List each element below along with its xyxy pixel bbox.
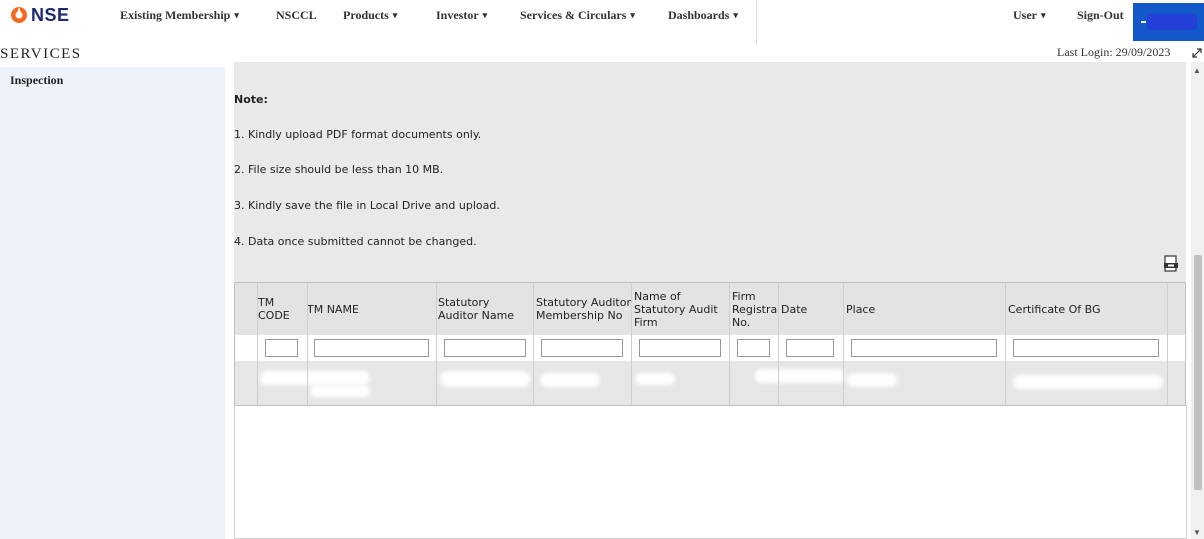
column-divider [729, 283, 730, 405]
nav-nsccl[interactable]: NSCCL [276, 8, 317, 23]
nse-logo[interactable]: NSE [10, 3, 70, 27]
chevron-down-icon: ▾ [630, 10, 635, 20]
table-row[interactable] [235, 363, 1185, 405]
chevron-down-icon: ▾ [482, 10, 488, 20]
section-title: SERVICES [0, 46, 82, 62]
nav-label: NSCCL [276, 8, 317, 22]
redacted-cell [755, 369, 845, 383]
column-divider [843, 283, 844, 405]
scroll-up-arrow-icon[interactable]: ▲ [1193, 66, 1201, 75]
nav-label: Services & Circulars [520, 8, 627, 22]
nav-sign-out[interactable]: Sign-Out [1077, 8, 1124, 23]
note-line-2: 2. File size should be less than 10 MB. [234, 163, 444, 176]
sidebar: Inspection [0, 67, 225, 539]
col-header-tm-code[interactable]: TM CODE [255, 283, 303, 335]
column-divider [1167, 283, 1168, 405]
nav-label: Dashboards [668, 8, 730, 22]
resize-icon[interactable] [1191, 47, 1203, 59]
column-divider [257, 283, 258, 405]
note-line-4: 4. Data once submitted cannot be changed… [234, 235, 477, 248]
col-header-audit-firm[interactable]: Name of Statutory Audit Firm [631, 283, 729, 335]
filter-place[interactable] [851, 339, 997, 357]
nav-dashboards[interactable]: Dashboards ▾ [668, 8, 738, 23]
redacted-cell [260, 371, 370, 385]
chevron-down-icon: ▾ [733, 10, 738, 20]
redacted-cell [635, 373, 675, 385]
filter-audit-firm[interactable] [639, 339, 721, 357]
nav-investor[interactable]: Investor ▾ [436, 8, 487, 23]
column-divider [1005, 283, 1006, 405]
column-divider [307, 283, 308, 405]
chevron-down-icon: ▾ [1041, 10, 1046, 20]
column-divider [533, 283, 534, 405]
redacted-cell [440, 371, 530, 387]
top-nav-bar: NSE Existing Membership ▾ NSCCL Products… [0, 0, 1204, 44]
filter-auditor-membership[interactable] [541, 339, 623, 357]
grid-empty-area [234, 405, 1187, 539]
col-header-place[interactable]: Place [843, 283, 1003, 335]
note-line-3: 3. Kindly save the file in Local Drive a… [234, 199, 500, 212]
decorative-dash [1141, 21, 1146, 23]
scroll-down-arrow-icon[interactable]: ▼ [1193, 528, 1201, 537]
chevron-down-icon: ▾ [392, 10, 398, 20]
filter-tm-name[interactable] [314, 339, 429, 357]
col-header-firm-registration[interactable]: Firm Registrati No. [729, 283, 777, 335]
logo-text: NSE [31, 4, 70, 25]
nav-label: User [1013, 8, 1037, 22]
redacted-cell [847, 373, 897, 387]
note-line-1: 1. Kindly upload PDF format documents on… [234, 128, 482, 141]
user-profile-box[interactable] [1133, 3, 1204, 41]
nse-logo-icon [11, 7, 27, 23]
redacted-user-name [1147, 14, 1197, 30]
column-divider [436, 283, 437, 405]
nav-label: Products [343, 8, 389, 22]
sidebar-item-inspection[interactable]: Inspection [10, 73, 63, 88]
note-title: Note: [234, 93, 268, 106]
nav-user[interactable]: User ▾ [1013, 8, 1046, 23]
col-header-certificate-bg[interactable]: Certificate Of BG [1005, 283, 1165, 335]
last-login-text: Last Login: 29/09/2023 [1057, 45, 1171, 59]
redacted-cell [1013, 375, 1163, 389]
filter-certificate-bg[interactable] [1013, 339, 1159, 357]
filter-auditor-name[interactable] [444, 339, 526, 357]
pdf-export-icon[interactable] [1163, 255, 1179, 273]
nav-label: Sign-Out [1077, 8, 1124, 22]
col-header-auditor-name[interactable]: Statutory Auditor Name [435, 283, 531, 335]
column-divider [631, 283, 632, 405]
col-header-tm-name[interactable]: TM NAME [304, 283, 432, 335]
nav-existing-membership[interactable]: Existing Membership ▾ [120, 8, 239, 23]
scroll-thumb[interactable] [1194, 255, 1202, 490]
nav-label: Investor [436, 8, 479, 22]
nav-divider [756, 0, 757, 44]
redacted-cell [540, 373, 600, 387]
redacted-cell [310, 385, 370, 397]
chevron-down-icon: ▾ [234, 10, 239, 20]
nav-label: Existing Membership [120, 8, 231, 22]
filter-tm-code[interactable] [265, 339, 298, 357]
col-header-date[interactable]: Date [778, 283, 838, 335]
filter-firm-registration[interactable] [737, 339, 770, 357]
column-divider [778, 283, 779, 405]
col-header-auditor-membership[interactable]: Statutory Auditor Membership No [533, 283, 631, 335]
data-grid: TM CODE TM NAME Statutory Auditor Name S… [234, 282, 1186, 406]
nav-products[interactable]: Products ▾ [343, 8, 397, 23]
nav-services-circulars[interactable]: Services & Circulars ▾ [520, 8, 635, 23]
filter-date[interactable] [786, 339, 834, 357]
